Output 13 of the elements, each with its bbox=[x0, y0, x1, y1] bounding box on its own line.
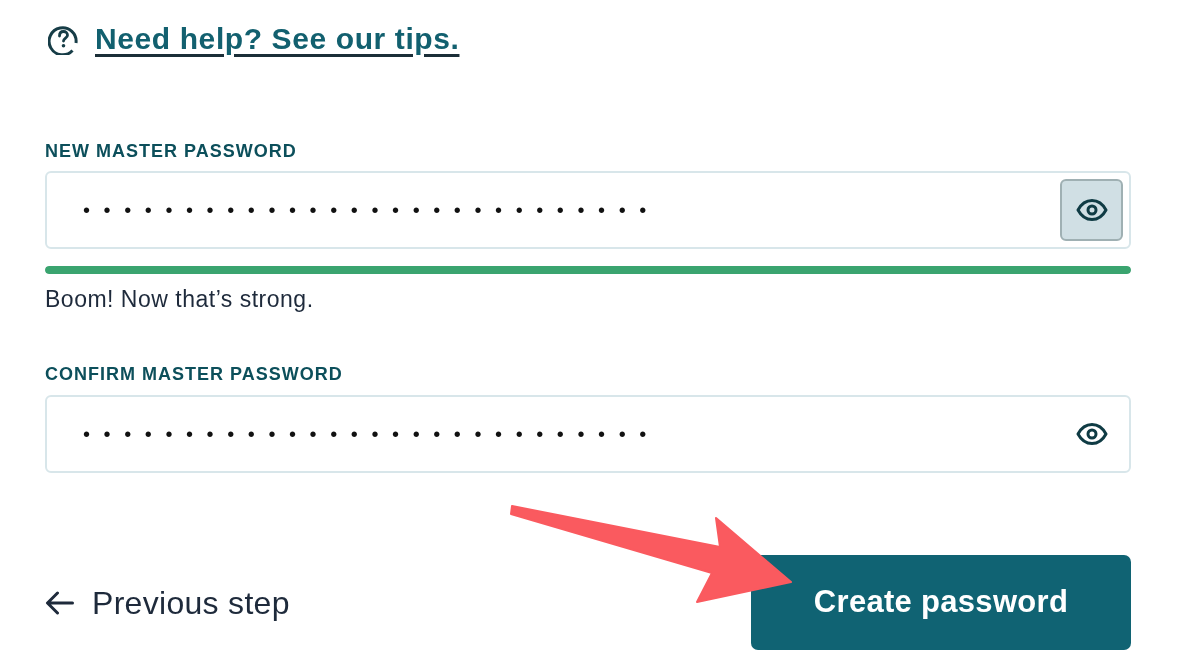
previous-step-link[interactable]: Previous step bbox=[45, 583, 290, 622]
show-password-button[interactable] bbox=[1060, 179, 1123, 241]
eye-icon bbox=[1075, 199, 1108, 221]
strength-message: Boom! Now that’s strong. bbox=[45, 286, 314, 312]
help-icon bbox=[48, 23, 79, 55]
field-label: NEW MASTER PASSWORD bbox=[45, 140, 297, 162]
left-arrow-icon bbox=[45, 590, 74, 615]
password-field[interactable]: •••••••••••••••••••••••••••• bbox=[45, 171, 1131, 249]
help-link[interactable]: Need help? See our tips. bbox=[95, 22, 460, 56]
create-password-button[interactable]: Create password bbox=[751, 555, 1131, 650]
eye-icon bbox=[1075, 423, 1108, 445]
field-label: CONFIRM MASTER PASSWORD bbox=[45, 363, 343, 385]
password-field[interactable]: •••••••••••••••••••••••••••• bbox=[45, 395, 1131, 473]
